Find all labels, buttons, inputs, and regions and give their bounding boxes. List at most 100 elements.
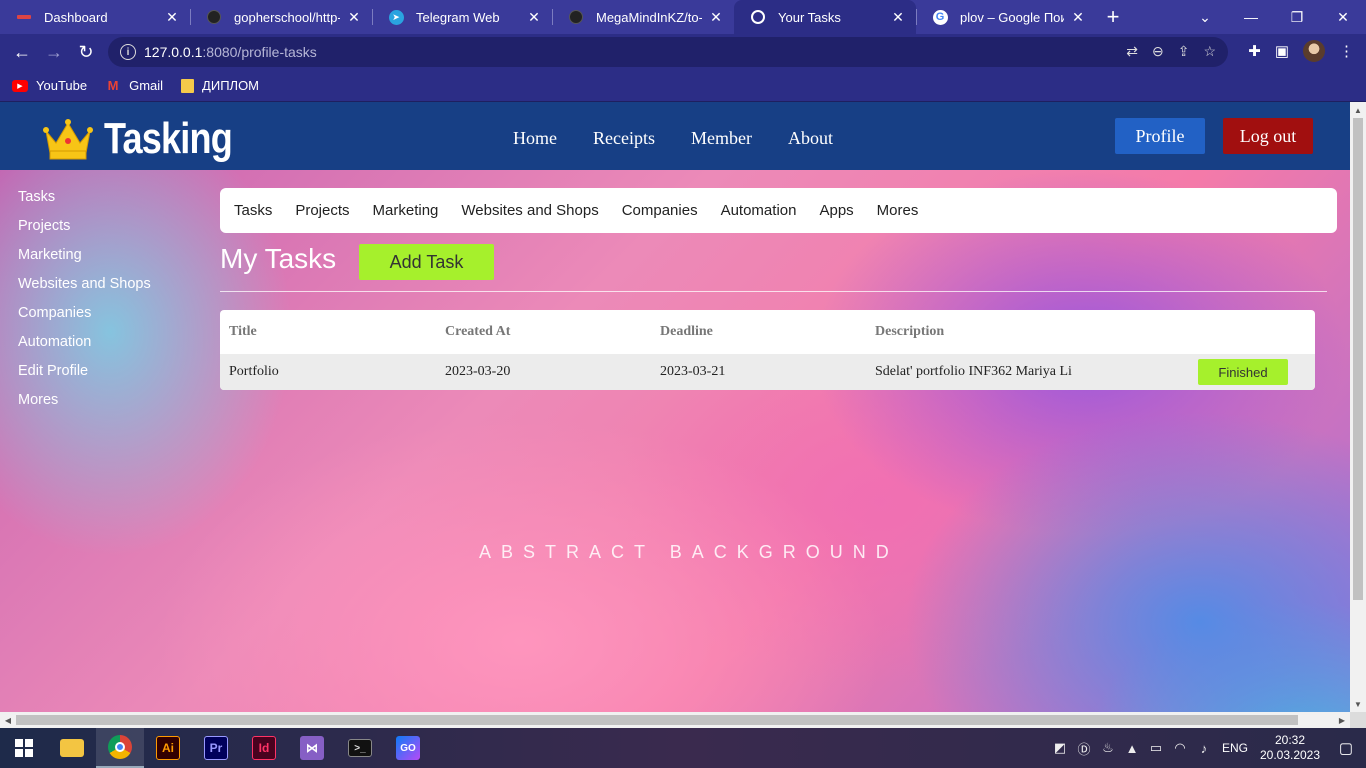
page-viewport: Tasking Home Receipts Member About Profi… xyxy=(0,102,1350,712)
close-icon[interactable]: ✕ xyxy=(890,9,906,25)
minimize-icon[interactable]: — xyxy=(1228,0,1274,34)
table-row: Portfolio 2023-03-20 2023-03-21 Sdelat' … xyxy=(220,354,1315,390)
visual-studio-icon[interactable]: ⋈ xyxy=(288,728,336,768)
back-icon[interactable]: ← xyxy=(6,36,38,68)
vertical-scrollbar[interactable]: ▲ ▼ xyxy=(1350,102,1366,712)
translate-icon[interactable]: ⇄ xyxy=(1126,43,1138,60)
dashboard-favicon-icon xyxy=(16,9,32,25)
vertical-scroll-thumb[interactable] xyxy=(1353,118,1363,600)
sidebar-item-marketing[interactable]: Marketing xyxy=(18,246,151,265)
bookmark-diplom[interactable]: ДИПЛОМ xyxy=(181,78,259,93)
reload-icon[interactable]: ↻ xyxy=(70,36,102,68)
nvidia-icon[interactable]: ▲ xyxy=(1120,741,1144,756)
add-task-button[interactable]: Add Task xyxy=(359,244,494,280)
restore-icon[interactable]: ❐ xyxy=(1274,0,1320,34)
tab-your-tasks[interactable]: Your Tasks ✕ xyxy=(734,0,916,34)
github-icon xyxy=(206,9,222,25)
bookmark-youtube[interactable]: ▶ YouTube xyxy=(12,78,87,93)
nav-home[interactable]: Home xyxy=(513,128,557,149)
tray-d-icon[interactable]: Ⓓ xyxy=(1072,739,1096,758)
tab-google-search[interactable]: G plov – Google Поиск ✕ xyxy=(916,0,1096,34)
sidebar-item-projects[interactable]: Projects xyxy=(18,217,151,236)
new-tab-button[interactable]: + xyxy=(1096,0,1130,34)
volume-icon[interactable]: ♪ xyxy=(1192,741,1216,756)
browser-menu-icon[interactable]: ⋮ xyxy=(1339,42,1354,60)
premiere-icon[interactable]: Pr xyxy=(192,728,240,768)
address-bar[interactable]: i 127.0.0.1:8080/profile-tasks ⇄ ⊖ ⇪ ☆ xyxy=(108,37,1228,67)
close-icon[interactable]: ✕ xyxy=(708,9,724,25)
tab-title: gopherschool/http-re xyxy=(234,9,340,25)
share-icon[interactable]: ⇪ xyxy=(1178,43,1190,60)
finished-status-button[interactable]: Finished xyxy=(1198,359,1288,385)
sidebar-item-mores[interactable]: Mores xyxy=(18,391,151,410)
profile-button[interactable]: Profile xyxy=(1115,118,1205,154)
logout-button[interactable]: Log out xyxy=(1223,118,1313,154)
extensions-icon[interactable]: ✚ xyxy=(1248,42,1261,60)
scroll-left-icon[interactable]: ◀ xyxy=(0,712,16,728)
side-panel-icon[interactable]: ▣ xyxy=(1275,42,1289,60)
sidebar-item-tasks[interactable]: Tasks xyxy=(18,188,151,207)
category-apps[interactable]: Apps xyxy=(819,202,853,219)
bookmark-label: ДИПЛОМ xyxy=(202,78,260,93)
url-path: :8080/profile-tasks xyxy=(202,44,317,60)
sidebar-item-companies[interactable]: Companies xyxy=(18,304,151,323)
tray-app-icon[interactable]: ◩ xyxy=(1048,740,1072,756)
wifi-icon[interactable]: ◠ xyxy=(1168,740,1192,756)
bookmark-star-icon[interactable]: ☆ xyxy=(1203,43,1216,60)
chrome-icon[interactable] xyxy=(96,728,144,768)
scroll-right-icon[interactable]: ▶ xyxy=(1334,712,1350,728)
clock[interactable]: 20:32 20.03.2023 xyxy=(1254,733,1326,763)
goland-icon[interactable]: GO xyxy=(384,728,432,768)
zoom-icon[interactable]: ⊖ xyxy=(1152,43,1164,60)
tab-megamind[interactable]: MegaMindInKZ/to-do ✕ xyxy=(552,0,734,34)
language-indicator[interactable]: ENG xyxy=(1216,741,1254,755)
tab-search-icon[interactable]: ⌄ xyxy=(1182,0,1228,34)
steam-icon[interactable]: ♨ xyxy=(1096,740,1120,756)
site-info-icon[interactable]: i xyxy=(120,44,136,60)
category-companies[interactable]: Companies xyxy=(622,202,698,219)
nav-receipts[interactable]: Receipts xyxy=(593,128,655,149)
column-header-title: Title xyxy=(229,324,257,339)
battery-icon[interactable]: ▭ xyxy=(1144,740,1168,756)
windows-start-icon[interactable] xyxy=(0,728,48,768)
scroll-up-icon[interactable]: ▲ xyxy=(1350,102,1366,118)
close-icon[interactable]: ✕ xyxy=(346,9,362,25)
close-icon[interactable]: ✕ xyxy=(164,9,180,25)
category-projects[interactable]: Projects xyxy=(295,202,349,219)
category-tasks[interactable]: Tasks xyxy=(234,202,272,219)
close-icon[interactable]: ✕ xyxy=(526,9,542,25)
system-tray: ◩ Ⓓ ♨ ▲ ▭ ◠ ♪ ENG 20:32 20.03.2023 ▢ xyxy=(1048,728,1366,768)
indesign-icon[interactable]: Id xyxy=(240,728,288,768)
category-websites-and-shops[interactable]: Websites and Shops xyxy=(461,202,598,219)
forward-icon[interactable]: → xyxy=(38,36,70,68)
close-icon[interactable]: ✕ xyxy=(1070,9,1086,25)
tab-gopherschool[interactable]: gopherschool/http-re ✕ xyxy=(190,0,372,34)
sidebar-item-edit-profile[interactable]: Edit Profile xyxy=(18,362,151,381)
nav-about[interactable]: About xyxy=(788,128,833,149)
category-mores[interactable]: Mores xyxy=(877,202,919,219)
tab-title: Your Tasks xyxy=(778,9,841,25)
column-header-description: Description xyxy=(875,324,945,339)
horizontal-scrollbar[interactable]: ◀ ▶ xyxy=(0,712,1350,728)
bookmark-gmail[interactable]: M Gmail xyxy=(105,78,163,93)
tab-telegram[interactable]: ➤ Telegram Web ✕ xyxy=(372,0,552,34)
main-nav: Home Receipts Member About xyxy=(513,128,833,149)
bookmarks-bar: ▶ YouTube M Gmail ДИПЛОМ xyxy=(0,70,1366,102)
site-logo[interactable]: Tasking xyxy=(42,114,260,164)
sidebar-item-websites-and-shops[interactable]: Websites and Shops xyxy=(18,275,151,294)
tab-dashboard[interactable]: Dashboard ✕ xyxy=(0,0,190,34)
terminal-icon[interactable]: >_ xyxy=(336,728,384,768)
horizontal-scroll-thumb[interactable] xyxy=(16,715,1298,725)
illustrator-icon[interactable]: Ai xyxy=(144,728,192,768)
close-window-icon[interactable]: ✕ xyxy=(1320,0,1366,34)
scroll-down-icon[interactable]: ▼ xyxy=(1350,696,1366,712)
tab-title: plov – Google Поиск xyxy=(960,9,1064,25)
file-explorer-icon[interactable] xyxy=(48,728,96,768)
youtube-icon: ▶ xyxy=(12,79,28,92)
nav-member[interactable]: Member xyxy=(691,128,752,149)
browser-profile-avatar[interactable] xyxy=(1303,40,1325,62)
notifications-icon[interactable]: ▢ xyxy=(1326,739,1366,757)
category-automation[interactable]: Automation xyxy=(721,202,797,219)
sidebar-item-automation[interactable]: Automation xyxy=(18,333,151,352)
category-marketing[interactable]: Marketing xyxy=(373,202,439,219)
